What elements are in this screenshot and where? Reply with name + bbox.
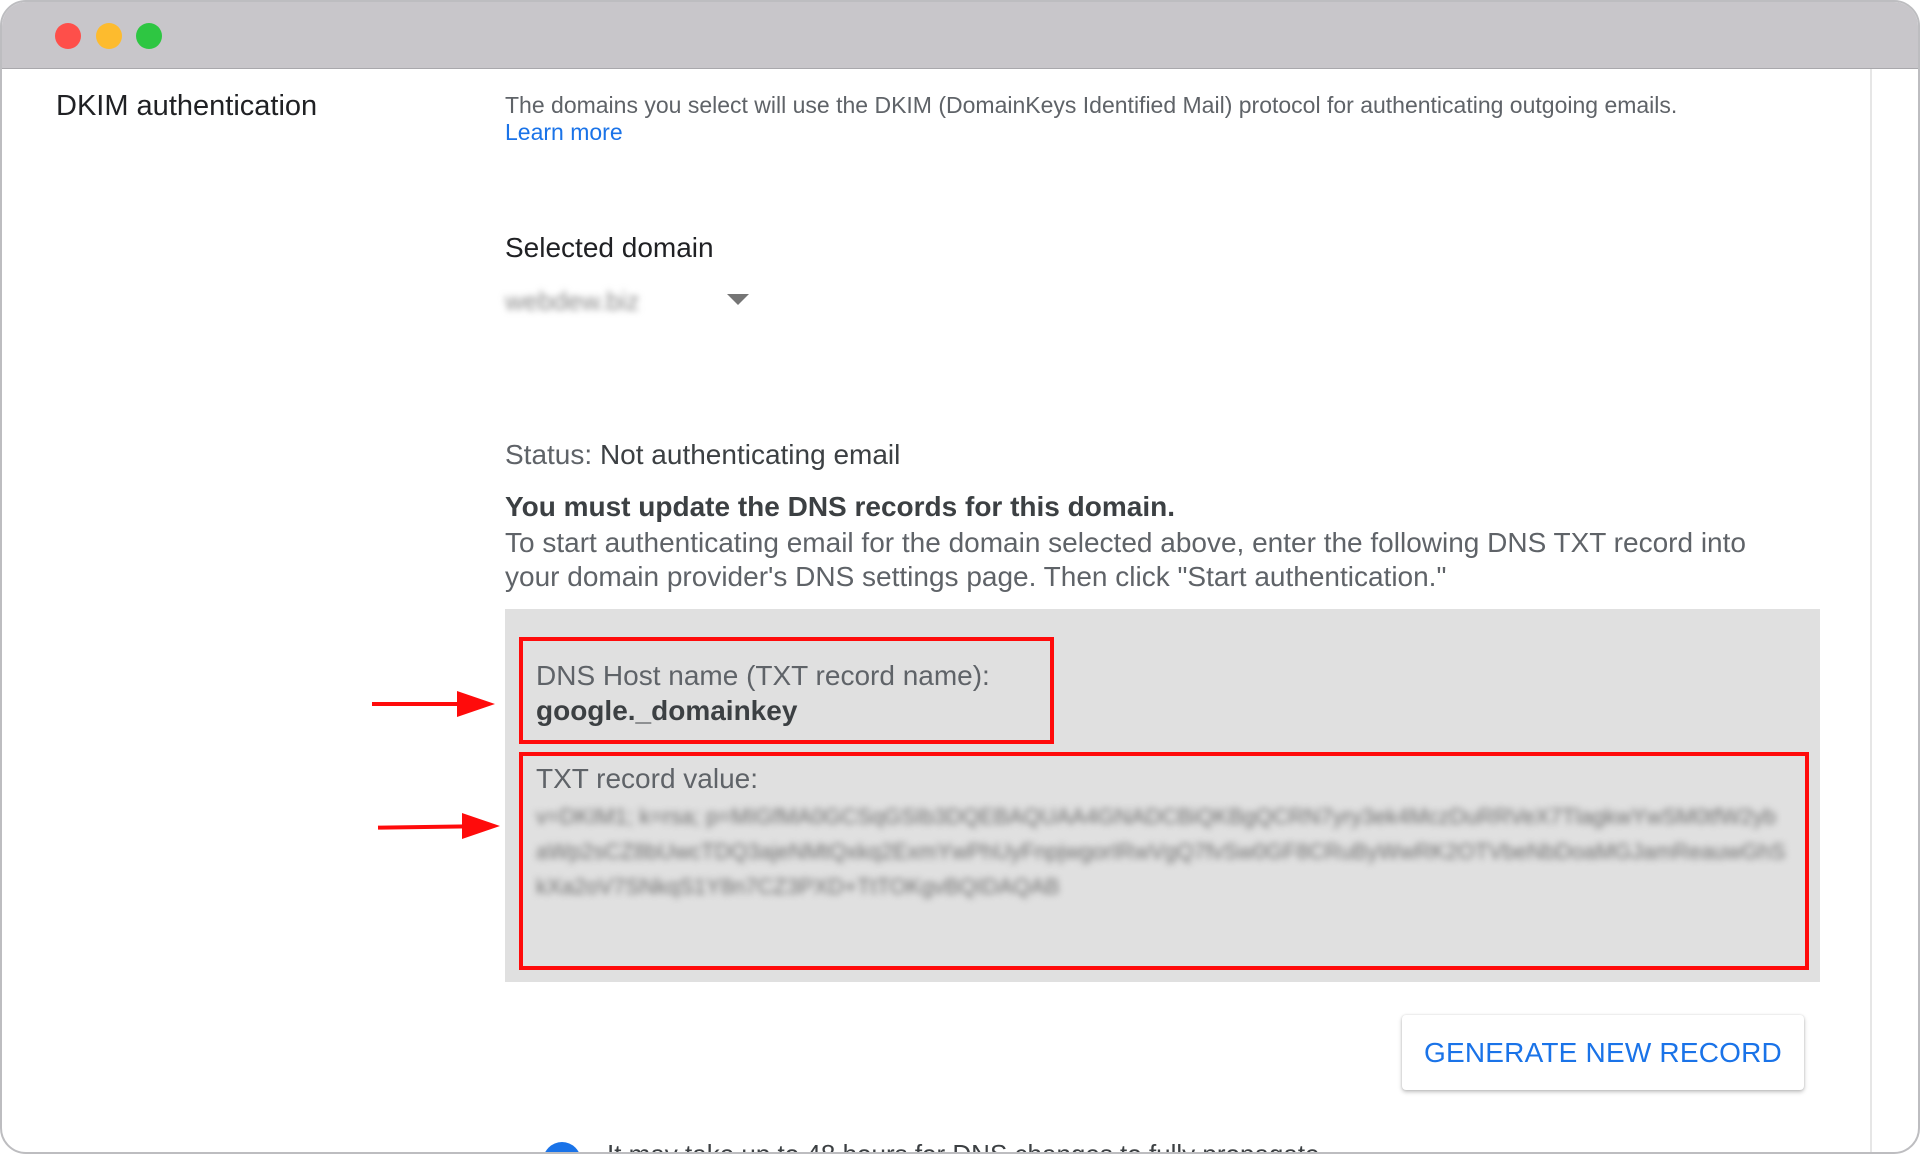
section-title: DKIM authentication [56, 90, 318, 122]
minimize-window-icon[interactable] [96, 23, 122, 49]
zoom-window-icon[interactable] [136, 23, 162, 49]
column-divider [1870, 69, 1872, 1152]
close-window-icon[interactable] [55, 23, 81, 49]
host-name-label: DNS Host name (TXT record name): [536, 660, 990, 691]
selected-domain-label: Selected domain [505, 232, 714, 263]
status-value: Not authenticating email [599, 439, 901, 470]
host-name-value: google._domainkey [536, 695, 798, 726]
dropdown-arrow-icon [727, 294, 749, 305]
annotation-arrow-txt-shaft [377, 824, 469, 830]
annotation-arrow-host-shaft [372, 702, 462, 706]
status-label: Status: [505, 439, 593, 470]
section-description: The domains you select will use the DKIM… [505, 92, 1678, 118]
learn-more-link[interactable]: Learn more [505, 119, 623, 146]
generate-new-record-button[interactable]: GENERATE NEW RECORD [1402, 1015, 1804, 1090]
browser-window: DKIM authentication The domains you sele… [0, 0, 1920, 1154]
domain-select-value: webdew.biz [505, 286, 640, 316]
propagation-info-text: It may take up to 48 hours for DNS chang… [607, 1139, 1327, 1154]
title-bar [2, 2, 1918, 69]
domain-select[interactable]: webdew.biz [505, 282, 755, 320]
annotation-arrow-host-icon [457, 691, 495, 717]
status-line: Status: Not authenticating email [505, 439, 900, 471]
annotation-arrow-txt-icon [462, 813, 500, 839]
dns-instructions: To start authenticating email for the do… [505, 527, 1746, 592]
info-icon [543, 1142, 581, 1152]
txt-record-value: v=DKIM1; k=rsa; p=MIGfMA0GCSqGSIb3DQEBAQ… [536, 804, 1786, 899]
txt-record-label: TXT record value: [536, 763, 759, 794]
dns-update-warning: You must update the DNS records for this… [505, 491, 1175, 522]
